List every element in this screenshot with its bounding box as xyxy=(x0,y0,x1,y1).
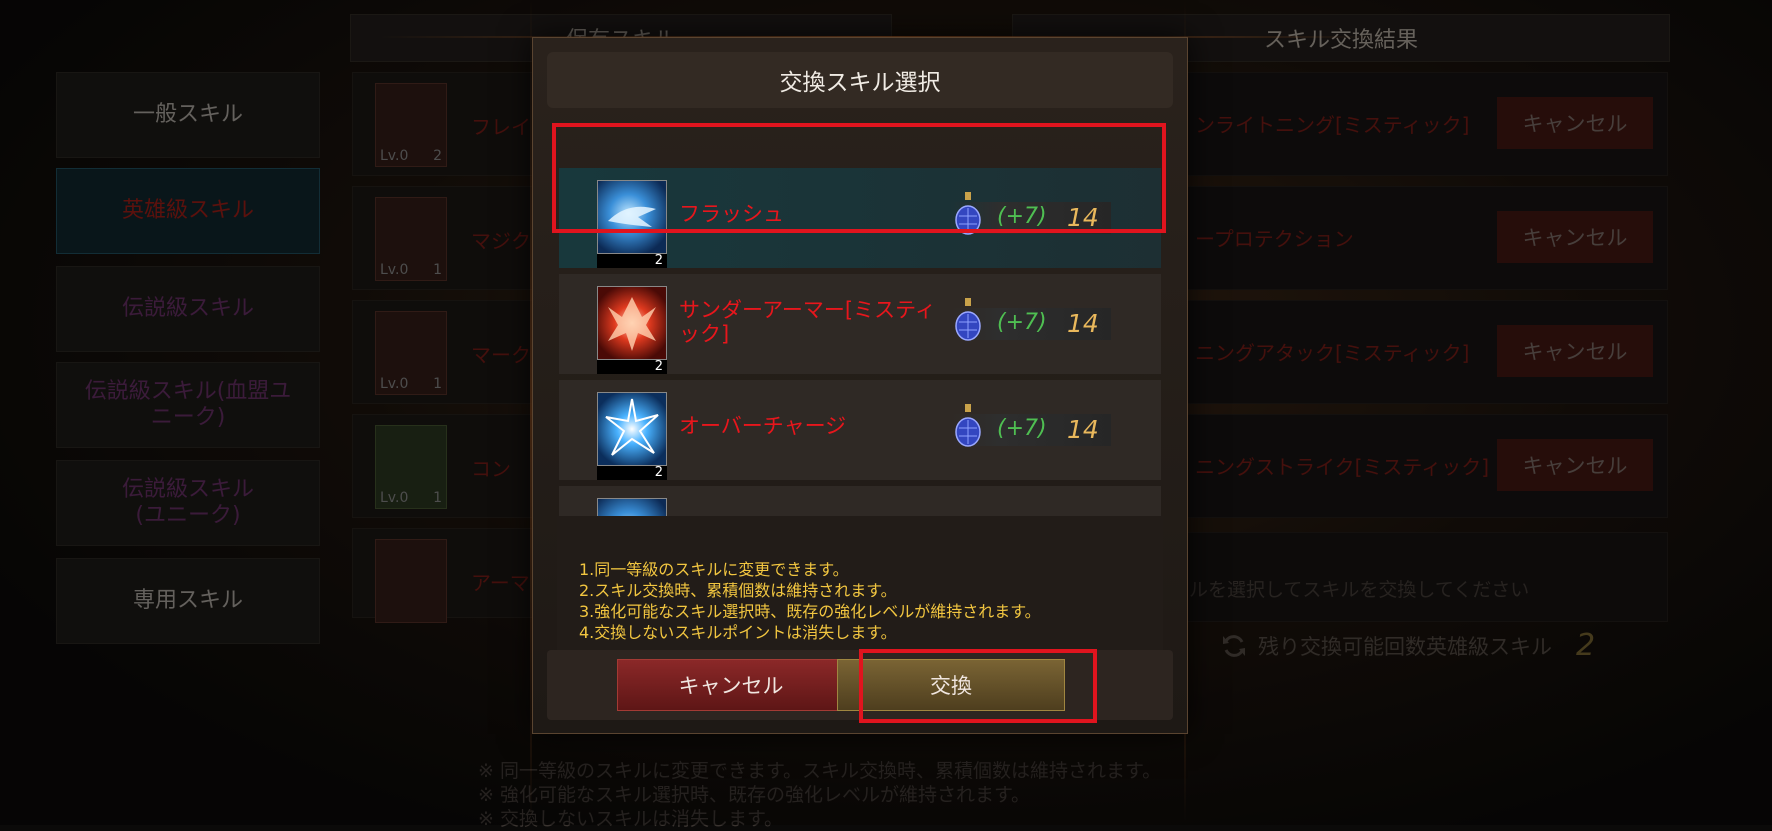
potion-icon xyxy=(955,298,981,341)
skill-cost-bonus: (+7) xyxy=(997,416,1047,441)
skill-count: 2 xyxy=(597,254,667,268)
thunder-armor-skill-icon xyxy=(597,286,667,360)
skill-cost-value: 14 xyxy=(1067,415,1099,444)
skill-row-thunder-armor[interactable]: 2 サンダーアーマー[ミスティック] (+7) 14 xyxy=(559,274,1161,374)
skill-name: オーバーチャージ xyxy=(679,414,847,438)
skill-cost-value: 14 xyxy=(1067,309,1099,338)
exchange-button-highlight xyxy=(859,649,1097,723)
skill-cost: (+7) 14 xyxy=(951,298,1111,341)
selected-skill-highlight xyxy=(552,123,1166,233)
skill-row-overcharge[interactable]: 2 オーバーチャージ (+7) 14 xyxy=(559,380,1161,480)
skill-cost: (+7) 14 xyxy=(951,404,1111,447)
skill-name: サンダーアーマー[ミスティック] xyxy=(679,298,936,346)
skill-row-partial[interactable] xyxy=(559,486,1161,517)
rule-line: 4.交換しないスキルポイントは消失します。 xyxy=(579,623,897,642)
skill-count: 2 xyxy=(597,360,667,374)
cancel-button[interactable]: キャンセル xyxy=(617,659,845,711)
skill-count: 2 xyxy=(597,466,667,480)
partial-skill-icon xyxy=(597,498,667,517)
potion-icon xyxy=(955,404,981,447)
dialog-title-bar: 交換スキル選択 xyxy=(547,52,1173,108)
cancel-button-label: キャンセル xyxy=(678,674,784,698)
overcharge-skill-icon xyxy=(597,392,667,466)
skill-cost-bonus: (+7) xyxy=(997,310,1047,335)
dialog-title: 交換スキル選択 xyxy=(779,70,941,96)
